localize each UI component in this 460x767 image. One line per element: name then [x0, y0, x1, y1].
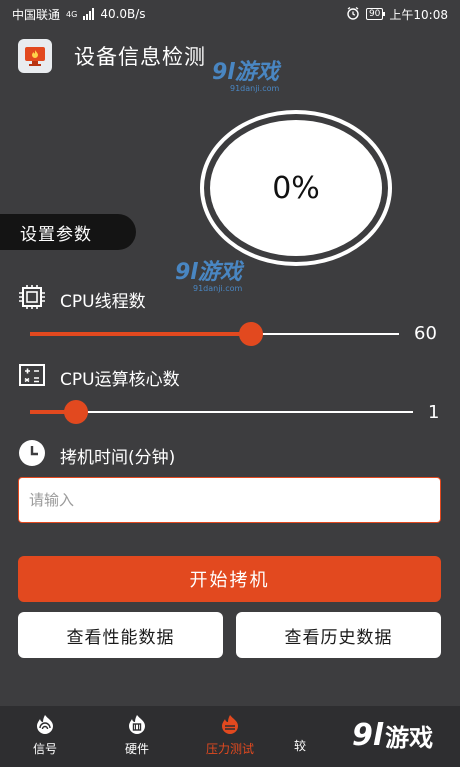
cpu-cores-value: 1: [428, 402, 440, 423]
status-bar: 中国联通 4G 40.0B/s 90 上午10:08: [0, 0, 460, 28]
cpu-threads-label: CPU线程数: [60, 291, 146, 312]
clock-icon: [18, 439, 46, 471]
nav-label: 压力测试: [205, 742, 254, 756]
nav-item-stress-test[interactable]: 压力测试: [195, 714, 265, 757]
watermark-main: 9l游戏: [175, 260, 242, 285]
param-cpu-threads: CPU线程数: [18, 284, 146, 314]
network-type: 4G: [66, 9, 78, 19]
network-speed: 40.0B/s: [100, 7, 146, 21]
watermark-top: 9l游戏 91danji.com: [212, 60, 280, 94]
slider-thumb[interactable]: [239, 322, 264, 346]
status-right: 90 上午10:08: [346, 6, 448, 23]
nav-item-compare[interactable]: 较: [280, 714, 320, 754]
section-title-settings: 设置参数: [0, 214, 136, 250]
gauge-face: 0%: [210, 120, 382, 256]
app-logo-icon: [18, 39, 52, 73]
pressure-flame-icon: [219, 714, 241, 737]
nav-item-signal[interactable]: 信号: [10, 714, 80, 757]
param-duration: 拷机时间(分钟): [18, 439, 175, 471]
cpu-cores-slider[interactable]: [30, 400, 413, 424]
brand-watermark: 9l 游戏: [352, 718, 433, 753]
view-history-button[interactable]: 查看历史数据: [236, 612, 441, 658]
signal-strength-icon: [83, 8, 95, 20]
duration-input[interactable]: [18, 477, 441, 523]
page-title: 设备信息检测: [74, 45, 206, 69]
brand-watermark-text: 游戏: [385, 724, 434, 752]
watermark-middle: 9l游戏 91danji.com: [175, 260, 243, 294]
watermark-sub: 91danji.com: [193, 284, 243, 293]
cpu-threads-slider[interactable]: [30, 322, 399, 346]
signal-flame-icon: [34, 714, 56, 737]
slider-fill: [30, 332, 252, 336]
nav-label: 较: [293, 739, 306, 753]
battery-icon: 90: [365, 8, 386, 20]
duration-label: 拷机时间(分钟): [60, 447, 176, 468]
brand-watermark-number: 9l: [352, 718, 384, 753]
status-left: 中国联通 4G 40.0B/s: [12, 6, 146, 23]
cpu-cores-label: CPU运算核心数: [60, 369, 180, 390]
start-burn-in-button[interactable]: 开始拷机: [18, 556, 441, 602]
watermark-sub: 91danji.com: [230, 84, 280, 93]
view-performance-button[interactable]: 查看性能数据: [18, 612, 223, 658]
clock-time: 上午10:08: [389, 7, 448, 22]
calculator-icon: [18, 363, 46, 391]
carrier-name: 中国联通: [12, 7, 61, 22]
progress-gauge: 0%: [200, 110, 392, 266]
cpu-chip-icon: [18, 284, 46, 314]
slider-thumb[interactable]: [63, 400, 88, 424]
nav-label: 硬件: [124, 742, 149, 756]
gauge-percent: 0%: [272, 170, 320, 206]
nav-item-hardware[interactable]: 硬件: [102, 714, 172, 757]
nav-label: 信号: [32, 742, 57, 756]
cpu-threads-value: 60: [414, 323, 437, 344]
alarm-icon: [346, 6, 360, 23]
battery-level: 90: [368, 9, 381, 19]
chip-flame-icon: [126, 714, 148, 737]
param-cpu-cores: CPU运算核心数: [18, 363, 180, 391]
watermark-main: 9l游戏: [212, 60, 279, 85]
